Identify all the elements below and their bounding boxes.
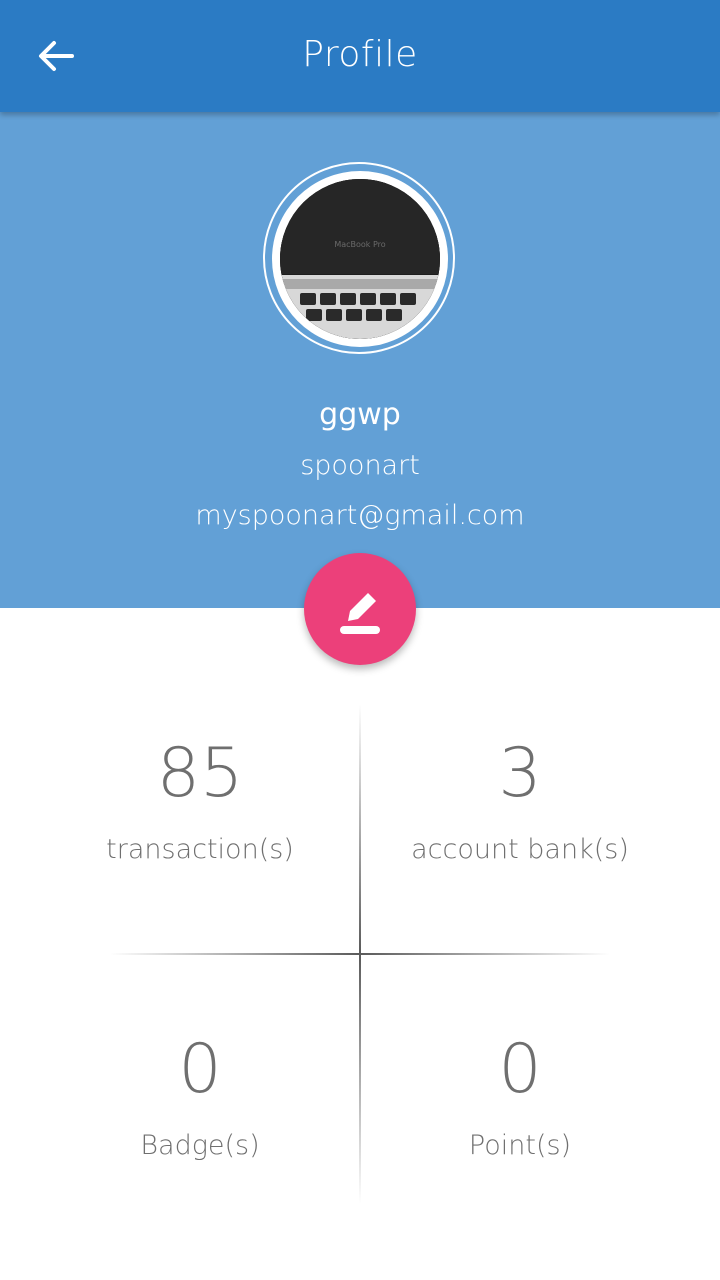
stat-label: Point(s): [468, 1130, 572, 1161]
stat-value: 85: [156, 734, 244, 813]
stat-label: account bank(s): [411, 834, 629, 865]
stat-value: 3: [498, 734, 542, 813]
stat-badges[interactable]: 0 Badge(s): [40, 1030, 360, 1162]
avatar[interactable]: MacBook Pro: [272, 171, 448, 347]
profile-email: myspoonart@gmail.com: [195, 500, 525, 531]
page-title: Profile: [302, 34, 418, 75]
stat-value: 0: [498, 1030, 542, 1109]
stat-points[interactable]: 0 Point(s): [360, 1030, 680, 1162]
stat-label: transaction(s): [106, 834, 294, 865]
divider-horizontal: [110, 953, 610, 955]
edit-profile-button[interactable]: [304, 553, 416, 665]
app-bar: Profile: [0, 0, 720, 112]
edit-pencil-icon: [340, 593, 380, 634]
avatar-brand-text: MacBook Pro: [334, 240, 385, 249]
profile-name: ggwp: [319, 397, 401, 432]
avatar-photo: MacBook Pro: [280, 179, 440, 339]
stat-value: 0: [178, 1030, 222, 1109]
stat-transactions[interactable]: 85 transaction(s): [40, 734, 360, 866]
profile-username: spoonart: [300, 450, 420, 481]
stat-account-banks[interactable]: 3 account bank(s): [360, 734, 680, 866]
stat-label: Badge(s): [140, 1130, 260, 1161]
